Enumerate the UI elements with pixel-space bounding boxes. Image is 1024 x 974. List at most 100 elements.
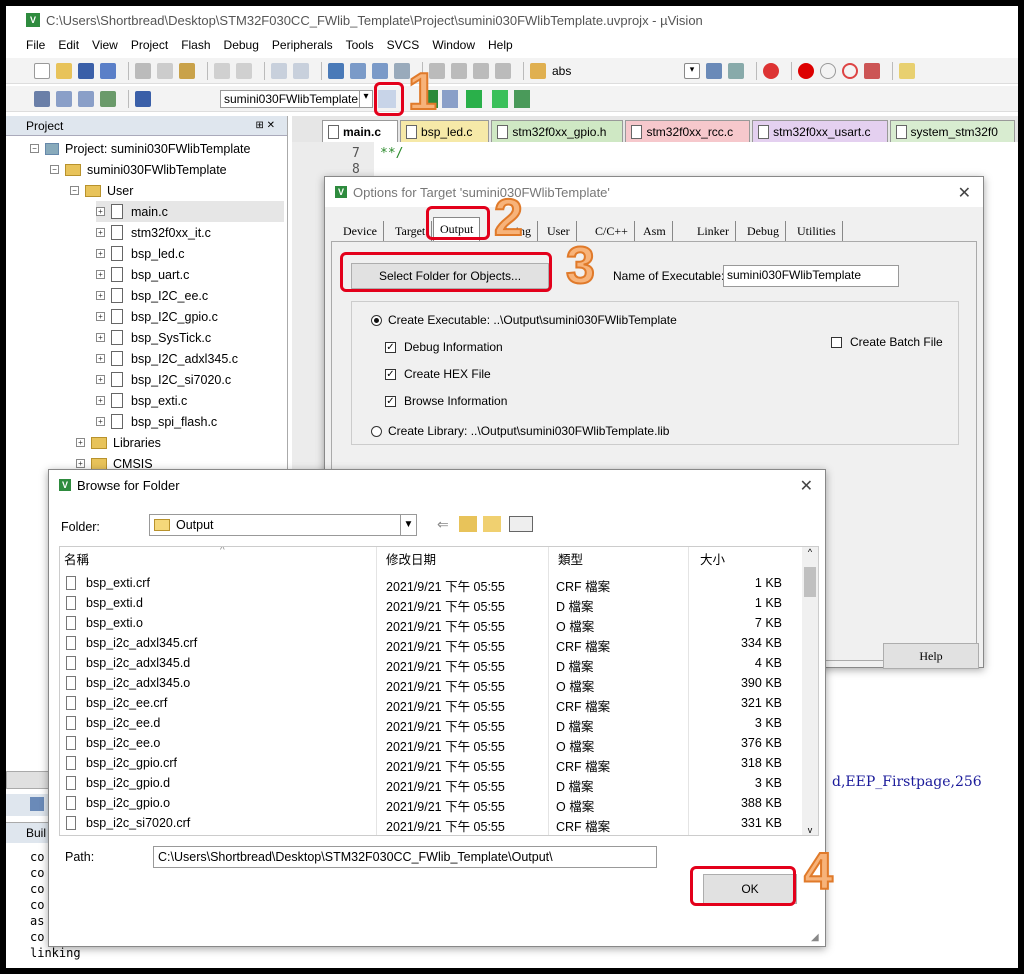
radio-selected-icon[interactable] bbox=[371, 314, 382, 326]
tab-usart-c[interactable]: stm32f0xx_usart.c bbox=[752, 120, 888, 142]
next-bookmark-icon[interactable] bbox=[372, 62, 388, 79]
file-row[interactable]: bsp_exti.d 2021/9/21 下午 05:55 D 檔案 1 KB bbox=[60, 593, 798, 614]
tab-system-c[interactable]: system_stm32f0 bbox=[889, 120, 1015, 142]
paste-icon[interactable] bbox=[179, 62, 195, 79]
tree-file[interactable]: + bsp_exti.c bbox=[96, 390, 187, 411]
scroll-up-icon[interactable]: ^ bbox=[802, 547, 818, 557]
expand-icon[interactable]: + bbox=[96, 396, 105, 405]
menu-svcs[interactable]: SVCS bbox=[387, 38, 420, 52]
file-row[interactable]: bsp_i2c_gpio.d 2021/9/21 下午 05:55 D 檔案 3 KB bbox=[60, 773, 798, 794]
expand-icon[interactable]: + bbox=[76, 459, 85, 468]
radio-unselected-icon[interactable] bbox=[371, 425, 382, 437]
tree-group-user[interactable]: − User bbox=[70, 180, 133, 201]
tree-file[interactable]: + bsp_SysTick.c bbox=[96, 327, 211, 348]
menu-window[interactable]: Window bbox=[432, 38, 475, 52]
file-row[interactable]: bsp_i2c_ee.o 2021/9/21 下午 05:55 O 檔案 376 KB bbox=[60, 733, 798, 754]
menu-edit[interactable]: Edit bbox=[58, 38, 79, 52]
save-all-icon[interactable] bbox=[100, 62, 116, 79]
configure-icon[interactable] bbox=[864, 62, 880, 79]
close-icon[interactable]: ✕ bbox=[958, 183, 971, 203]
tree-file[interactable]: + bsp_I2C_si7020.c bbox=[96, 369, 231, 390]
browse-info-checkbox[interactable]: ✓ Browse Information bbox=[385, 394, 507, 408]
chevron-down-icon[interactable]: ▼ bbox=[400, 515, 416, 535]
batch-build-icon[interactable] bbox=[100, 90, 116, 107]
col-size[interactable]: 大小 bbox=[700, 549, 725, 568]
file-row[interactable]: bsp_i2c_gpio.crf 2021/9/21 下午 05:55 CRF 檔案… bbox=[60, 753, 798, 774]
pin-icon[interactable]: ⊞ ✕ bbox=[255, 120, 275, 131]
find-icon[interactable] bbox=[706, 62, 722, 79]
new-folder-icon[interactable] bbox=[483, 516, 501, 532]
help-button[interactable]: Help bbox=[883, 643, 979, 669]
bookmark-icon[interactable] bbox=[328, 62, 344, 79]
create-hex-checkbox[interactable]: ✓ Create HEX File bbox=[385, 367, 491, 381]
disable-breakpoint-icon[interactable] bbox=[820, 62, 836, 79]
name-executable-input[interactable]: sumini030FWlibTemplate bbox=[723, 265, 899, 287]
unchecked-box-icon[interactable] bbox=[831, 336, 842, 348]
file-row[interactable]: bsp_i2c_gpio.o 2021/9/21 下午 05:55 O 檔案 388 … bbox=[60, 793, 798, 814]
tree-file[interactable]: + bsp_I2C_ee.c bbox=[96, 285, 208, 306]
redo-icon[interactable] bbox=[236, 62, 252, 79]
scrollbar-thumb[interactable] bbox=[804, 567, 816, 597]
tab-cc[interactable]: C/C++ bbox=[589, 221, 635, 241]
expand-icon[interactable]: + bbox=[96, 417, 105, 426]
tab-gpio-h[interactable]: stm32f0xx_gpio.h bbox=[491, 120, 624, 142]
books-tab-icon[interactable] bbox=[30, 797, 44, 811]
tree-file[interactable]: + bsp_I2C_adxl345.c bbox=[96, 348, 238, 369]
file-row[interactable]: bsp_exti.o 2021/9/21 下午 05:55 O 檔案 7 KB bbox=[60, 613, 798, 634]
collapse-icon[interactable]: − bbox=[70, 186, 79, 195]
expand-icon[interactable]: + bbox=[96, 312, 105, 321]
expand-icon[interactable]: + bbox=[96, 354, 105, 363]
kill-breakpoints-icon[interactable] bbox=[842, 62, 858, 79]
path-input[interactable]: C:\Users\Shortbread\Desktop\STM32F030CC_… bbox=[153, 846, 657, 868]
col-type[interactable]: 類型 bbox=[558, 549, 583, 568]
checkmark-icon[interactable]: ✓ bbox=[385, 368, 396, 380]
back-arrow-icon[interactable]: ⇐ bbox=[437, 516, 449, 533]
checkmark-icon[interactable]: ✓ bbox=[385, 395, 396, 407]
create-executable-radio[interactable]: Create Executable: ..\Output\sumini030FW… bbox=[371, 313, 677, 327]
expand-icon[interactable]: + bbox=[96, 375, 105, 384]
debug-session-icon[interactable] bbox=[763, 62, 779, 79]
download-icon[interactable] bbox=[135, 90, 151, 107]
tree-file-main[interactable]: + main.c bbox=[96, 201, 284, 222]
tree-file[interactable]: + stm32f0xx_it.c bbox=[96, 222, 211, 243]
rebuild-icon[interactable] bbox=[78, 90, 94, 107]
breakpoint-icon[interactable] bbox=[798, 62, 814, 79]
incremental-find-icon[interactable] bbox=[728, 62, 744, 79]
dropdown-icon[interactable]: ▾ bbox=[684, 62, 700, 79]
menu-help[interactable]: Help bbox=[488, 38, 513, 52]
open-folder-icon[interactable] bbox=[56, 62, 72, 79]
pack-installer-icon[interactable] bbox=[492, 90, 508, 108]
tree-file[interactable]: + bsp_led.c bbox=[96, 243, 185, 264]
nav-forward-icon[interactable] bbox=[293, 62, 309, 79]
tab-linker[interactable]: Linker bbox=[691, 221, 736, 241]
menu-flash[interactable]: Flash bbox=[181, 38, 210, 52]
prev-bookmark-icon[interactable] bbox=[350, 62, 366, 79]
folder-select[interactable]: Output ▼ bbox=[149, 514, 417, 536]
tree-group-libraries[interactable]: + Libraries bbox=[76, 432, 161, 453]
vertical-scrollbar[interactable]: ^ v bbox=[802, 547, 818, 835]
build-icon[interactable] bbox=[56, 90, 72, 107]
tree-file[interactable]: + bsp_spi_flash.c bbox=[96, 411, 217, 432]
collapse-icon[interactable]: − bbox=[50, 165, 59, 174]
tab-asm[interactable]: Asm bbox=[637, 221, 673, 241]
copy-icon[interactable] bbox=[157, 62, 173, 79]
col-name[interactable]: 名稱 bbox=[64, 549, 89, 568]
undo-icon[interactable] bbox=[214, 62, 230, 79]
tree-project-root[interactable]: − Project: sumini030FWlibTemplate bbox=[30, 138, 251, 159]
target-dropdown-icon[interactable]: ▾ bbox=[359, 90, 373, 108]
tab-utilities[interactable]: Utilities bbox=[791, 221, 843, 241]
view-menu-icon[interactable] bbox=[509, 516, 533, 532]
create-batch-checkbox[interactable]: Create Batch File bbox=[831, 335, 943, 349]
tree-target[interactable]: − sumini030FWlibTemplate bbox=[50, 159, 227, 180]
file-row[interactable]: bsp_i2c_adxl345.d 2021/9/21 下午 05:55 D 檔案 4… bbox=[60, 653, 798, 674]
find-in-files-icon[interactable] bbox=[530, 62, 546, 79]
target-select[interactable]: sumini030FWlibTemplate bbox=[220, 90, 360, 108]
create-library-radio[interactable]: Create Library: ..\Output\sumini030FWlib… bbox=[371, 424, 669, 438]
window-layout-icon[interactable] bbox=[899, 62, 915, 79]
expand-icon[interactable]: + bbox=[96, 291, 105, 300]
tab-main-c[interactable]: main.c bbox=[322, 120, 399, 142]
expand-icon[interactable]: + bbox=[96, 207, 105, 216]
menu-peripherals[interactable]: Peripherals bbox=[272, 38, 333, 52]
menu-tools[interactable]: Tools bbox=[346, 38, 374, 52]
run-time-env-icon[interactable] bbox=[514, 90, 530, 108]
